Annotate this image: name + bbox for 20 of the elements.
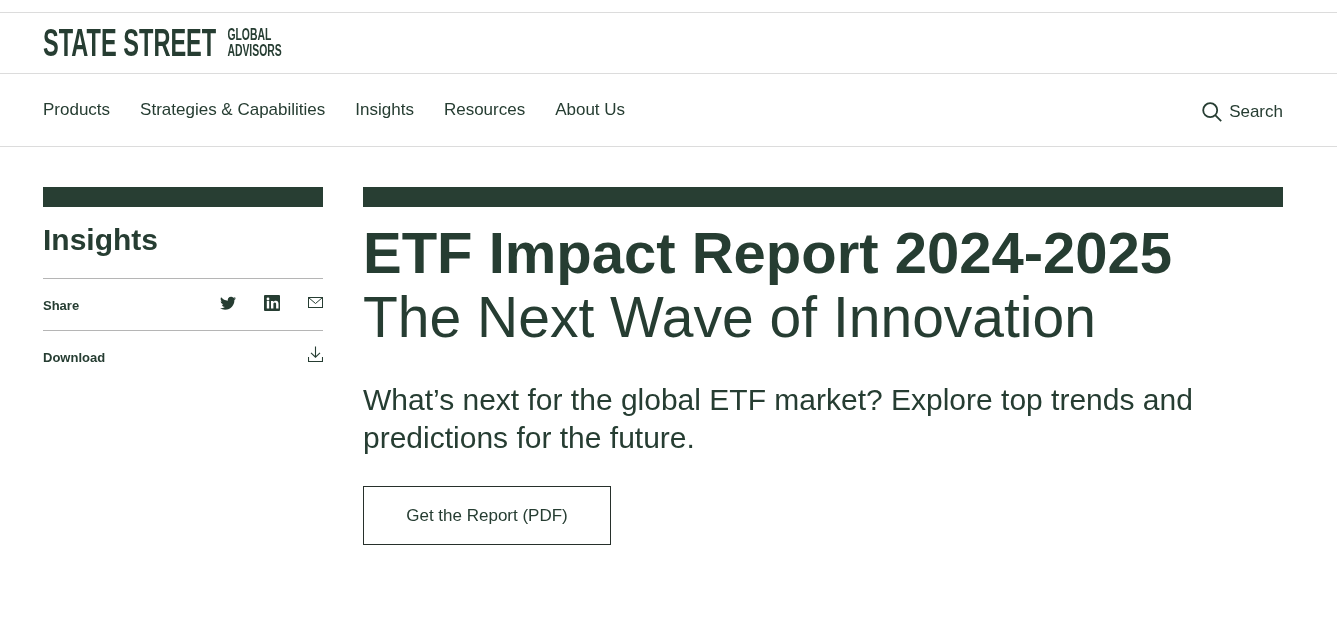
- linkedin-icon[interactable]: [264, 294, 280, 311]
- nav-link[interactable]: Strategies & Capabilities: [140, 97, 326, 123]
- envelope-icon[interactable]: [308, 297, 323, 308]
- report-button[interactable]: Get the Report (PDF): [363, 486, 611, 545]
- logo-wordmark[interactable]: STATE STREET: [43, 24, 217, 62]
- download-link[interactable]: Download: [43, 347, 106, 368]
- page-title: ETF Impact Report 2024-2025: [363, 221, 1174, 285]
- nav-link[interactable]: Insights: [355, 97, 414, 123]
- nav-link[interactable]: About Us: [555, 97, 626, 123]
- nav-link[interactable]: Resources: [443, 97, 526, 123]
- share-label: Share: [43, 296, 80, 315]
- sidebar-title: Insights: [43, 222, 159, 258]
- logo-tagline[interactable]: GLOBAL ADVISORS: [227, 27, 282, 59]
- page-subtitle: The Next Wave of Innovation: [363, 285, 1097, 349]
- download-icon[interactable]: [308, 345, 323, 362]
- nav-link[interactable]: Products: [43, 97, 111, 123]
- bird-icon[interactable]: [220, 295, 236, 310]
- search-button[interactable]: Search: [1202, 99, 1283, 125]
- description-text: What’s next for the global ETF market? Explore top trends and predictions for the future.: [363, 382, 1194, 456]
- search-icon: [1202, 102, 1223, 122]
